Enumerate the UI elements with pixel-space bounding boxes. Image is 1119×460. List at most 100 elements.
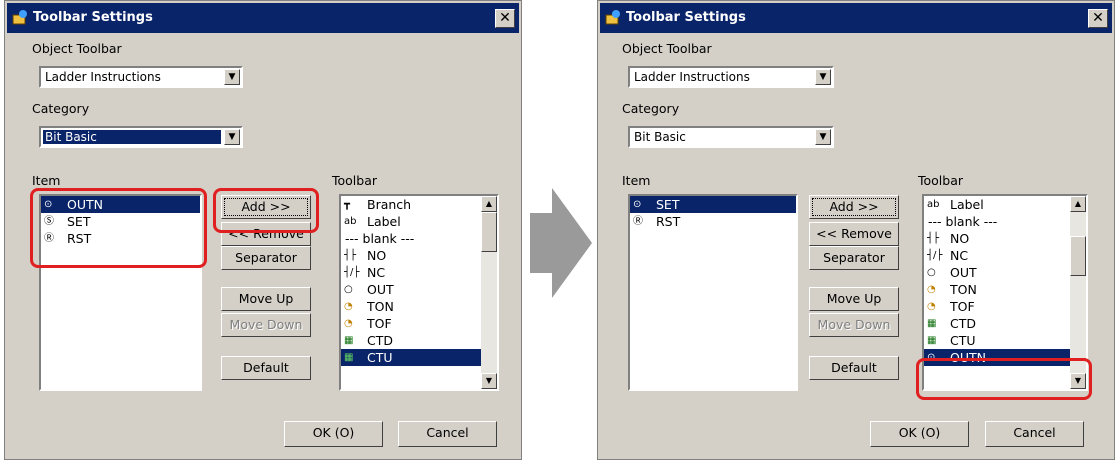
dialog-title: Toolbar Settings [626, 10, 746, 25]
list-item[interactable]: ◔ TOF [341, 315, 497, 332]
timer-on-icon: ◔ [344, 301, 353, 312]
chevron-down-icon[interactable]: ▼ [815, 69, 831, 85]
list-item[interactable]: ▦ CTD [924, 315, 1086, 332]
list-item-label: --- blank --- [345, 231, 415, 246]
scroll-down-icon[interactable]: ▼ [481, 373, 497, 389]
object-toolbar-select[interactable]: Ladder Instructions ▼ [628, 66, 834, 88]
move-down-button[interactable]: Move Down [809, 313, 899, 337]
list-item[interactable]: --- blank --- [341, 230, 497, 247]
object-toolbar-label: Object Toolbar [32, 41, 122, 56]
object-toolbar-label: Object Toolbar [622, 41, 712, 56]
scroll-thumb[interactable] [481, 212, 497, 252]
list-item[interactable]: ┳ Branch [341, 196, 497, 213]
toolbar-list-scrollbar[interactable]: ▲ ▼ [481, 196, 497, 389]
timer-off-icon: ◔ [344, 318, 353, 329]
list-item-label: Branch [367, 197, 412, 212]
close-button[interactable]: ✕ [1088, 9, 1108, 28]
list-item-label: SET [656, 197, 680, 212]
category-select[interactable]: Bit Basic ▼ [39, 126, 243, 148]
counter-up-icon: ▦ [344, 352, 354, 363]
app-icon [605, 10, 620, 25]
list-item-label: TOF [367, 316, 392, 331]
scroll-up-icon[interactable]: ▲ [1070, 196, 1086, 212]
list-item[interactable]: ┤├ NO [341, 247, 497, 264]
list-item[interactable]: ab Label [341, 213, 497, 230]
chevron-down-icon[interactable]: ▼ [224, 129, 240, 145]
list-item[interactable]: ○ OUT [924, 264, 1086, 281]
add-button[interactable]: Add >> [809, 195, 899, 219]
title-bar: Toolbar Settings ✕ [7, 3, 519, 33]
list-item[interactable]: ▦ CTU [924, 332, 1086, 349]
toolbar-list[interactable]: ┳ Branch ab Label --- blank --- ┤├ NO ┤/├ NC… [339, 194, 499, 391]
toolbar-label: Toolbar [332, 173, 378, 188]
set-coil-icon: ⊙ [633, 199, 642, 210]
label-icon: ab [344, 216, 357, 227]
timer-on-icon: ◔ [927, 284, 936, 295]
list-item-label: NO [367, 248, 387, 263]
list-item-label: Label [367, 214, 401, 229]
list-item-label: TON [367, 299, 394, 314]
nc-contact-icon: ┤/├ [344, 267, 360, 278]
list-item[interactable]: ▦ CTU [341, 349, 497, 366]
list-item-label: OUT [367, 282, 394, 297]
cancel-button[interactable]: Cancel [985, 421, 1084, 447]
category-select[interactable]: Bit Basic ▼ [628, 126, 834, 148]
list-item-label: NC [367, 265, 386, 280]
list-item-label: TOF [950, 299, 975, 314]
no-contact-icon: ┤├ [344, 250, 357, 261]
reset-coil-icon: Ⓡ [633, 216, 643, 227]
move-up-button[interactable]: Move Up [221, 287, 311, 311]
list-item[interactable]: ┤/├ NC [341, 264, 497, 281]
list-item-label: NC [950, 248, 969, 263]
ok-button[interactable]: OK (O) [284, 421, 383, 447]
list-item-label: RST [656, 214, 681, 229]
list-item[interactable]: ▦ CTD [341, 332, 497, 349]
move-down-button[interactable]: Move Down [221, 313, 311, 337]
list-item-label: CTD [367, 333, 393, 348]
item-list[interactable]: ⊙ SET Ⓡ RST [628, 194, 798, 391]
highlight-item-list [30, 188, 207, 268]
category-value: Bit Basic [42, 129, 222, 145]
list-item-label: CTU [367, 350, 393, 365]
list-item-label: OUT [950, 265, 977, 280]
list-item[interactable]: ┤├ NO [924, 230, 1086, 247]
default-button[interactable]: Default [809, 356, 899, 380]
counter-down-icon: ▦ [927, 318, 937, 329]
branch-icon: ┳ [344, 199, 351, 210]
list-item[interactable]: ab Label [924, 196, 1086, 213]
list-item[interactable]: ◔ TON [924, 281, 1086, 298]
move-up-button[interactable]: Move Up [809, 287, 899, 311]
scroll-up-icon[interactable]: ▲ [481, 196, 497, 212]
list-item[interactable]: ⊙ SET [630, 196, 796, 213]
separator-button[interactable]: Separator [809, 246, 899, 270]
highlight-added-item [916, 358, 1092, 400]
close-button[interactable]: ✕ [495, 9, 515, 28]
object-toolbar-value: Ladder Instructions [45, 70, 161, 84]
arrow-right-icon [530, 188, 592, 298]
list-item[interactable]: --- blank --- [924, 213, 1086, 230]
list-item[interactable]: ◔ TOF [924, 298, 1086, 315]
dialog-title: Toolbar Settings [33, 10, 153, 25]
category-label: Category [622, 101, 680, 116]
list-item[interactable]: ◔ TON [341, 298, 497, 315]
object-toolbar-select[interactable]: Ladder Instructions ▼ [39, 66, 243, 88]
toolbar-label: Toolbar [918, 173, 964, 188]
label-icon: ab [927, 199, 940, 210]
remove-button[interactable]: << Remove [809, 222, 899, 246]
ok-button[interactable]: OK (O) [870, 421, 969, 447]
list-item-label: Label [950, 197, 984, 212]
item-label: Item [622, 173, 651, 188]
toolbar-settings-dialog-after: Toolbar Settings ✕ Object Toolbar Ladder… [597, 0, 1115, 460]
chevron-down-icon[interactable]: ▼ [815, 129, 831, 145]
item-label: Item [32, 173, 61, 188]
out-coil-icon: ○ [344, 284, 353, 295]
toolbar-settings-dialog-before: Toolbar Settings ✕ Object Toolbar Ladder… [4, 0, 522, 460]
cancel-button[interactable]: Cancel [398, 421, 497, 447]
chevron-down-icon[interactable]: ▼ [224, 69, 240, 85]
default-button[interactable]: Default [221, 356, 311, 380]
scroll-thumb[interactable] [1070, 236, 1086, 276]
list-item[interactable]: ┤/├ NC [924, 247, 1086, 264]
list-item[interactable]: ○ OUT [341, 281, 497, 298]
list-item[interactable]: Ⓡ RST [630, 213, 796, 230]
separator-button[interactable]: Separator [221, 246, 311, 270]
